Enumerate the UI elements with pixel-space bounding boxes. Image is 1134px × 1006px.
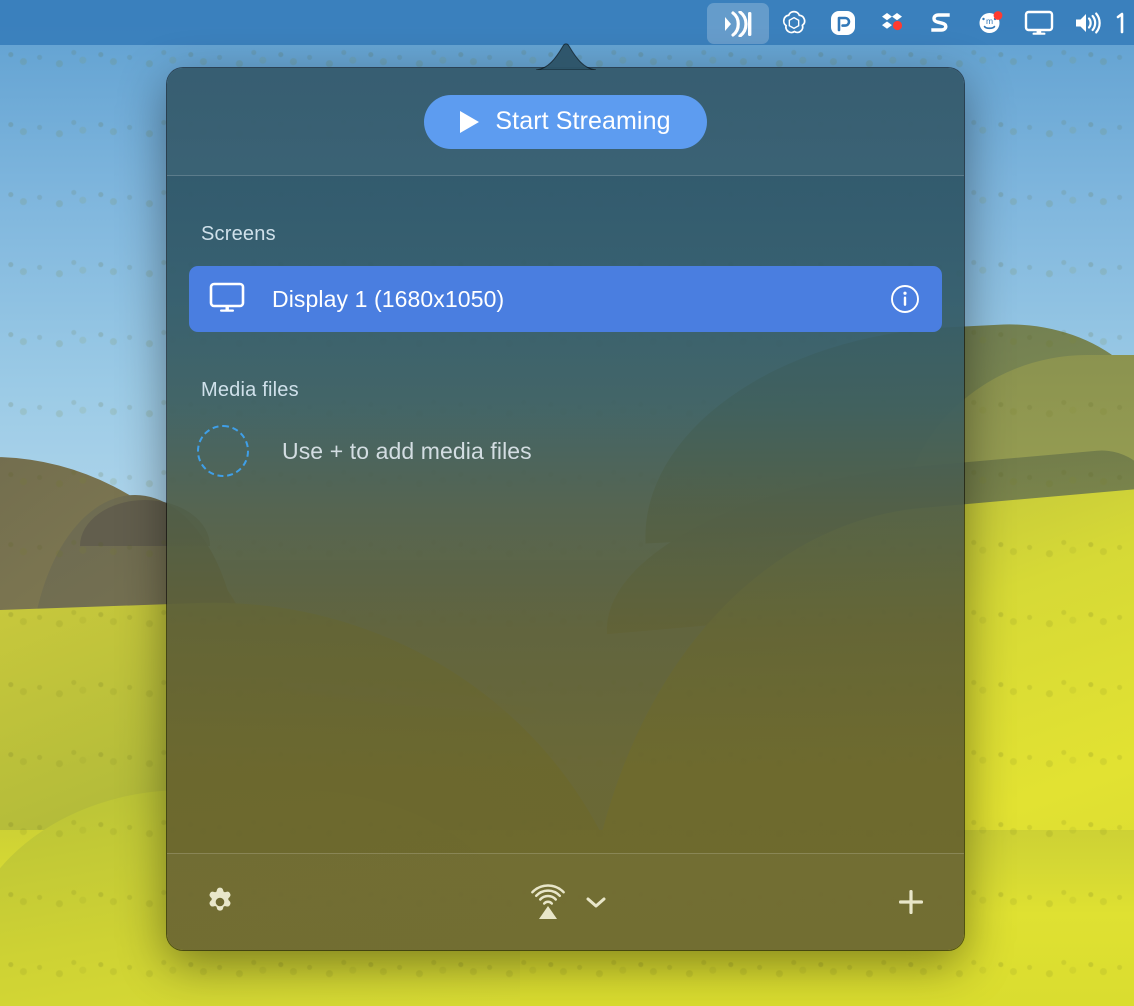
popover-header: Start Streaming xyxy=(167,68,964,176)
menubar-item-proton[interactable] xyxy=(818,0,867,45)
screens-row-display-1[interactable]: Display 1 (1680x1050) xyxy=(189,266,942,332)
media-files-empty-state: Use + to add media files xyxy=(197,423,532,479)
menubar-item-volume[interactable] xyxy=(1063,0,1112,45)
s-app-icon xyxy=(929,9,953,37)
info-circle-icon[interactable] xyxy=(890,284,920,314)
menubar-item-display[interactable] xyxy=(1014,0,1063,45)
screen-streaming-icon xyxy=(721,10,755,37)
monitor-icon xyxy=(209,282,249,316)
popover-arrow xyxy=(536,40,596,70)
openai-icon xyxy=(780,9,808,37)
start-streaming-button[interactable]: Start Streaming xyxy=(424,94,707,149)
play-icon xyxy=(460,110,480,133)
chevron-down-icon[interactable] xyxy=(585,895,607,909)
menubar-item-messenger[interactable]: m xyxy=(965,0,1014,45)
gear-icon[interactable] xyxy=(203,885,237,919)
proton-icon xyxy=(829,9,857,37)
start-streaming-label: Start Streaming xyxy=(495,107,671,135)
menubar-item-screen-streaming[interactable] xyxy=(707,3,769,44)
streaming-popover: Start Streaming Screens Display 1 (1680x… xyxy=(167,68,964,950)
menubar-item-clipped[interactable] xyxy=(1112,0,1134,45)
display-icon xyxy=(1024,10,1054,36)
menu-bar-status-items: m xyxy=(707,0,1134,45)
menu-bar: m xyxy=(0,0,1134,45)
menubar-item-dropbox[interactable] xyxy=(867,0,916,45)
clipped-icon xyxy=(1113,10,1133,36)
popover-footer xyxy=(167,853,964,950)
volume-icon xyxy=(1073,10,1103,36)
menubar-item-openai[interactable] xyxy=(769,0,818,45)
screens-row-label: Display 1 (1680x1050) xyxy=(272,285,505,312)
airplay-control-group xyxy=(525,881,607,923)
airplay-broadcast-icon[interactable] xyxy=(525,881,571,923)
screens-section-label: Screens xyxy=(201,223,276,245)
menubar-item-s-app[interactable] xyxy=(916,0,965,45)
dropbox-icon xyxy=(878,9,906,37)
dashed-circle-placeholder-icon xyxy=(197,425,249,477)
media-files-empty-text: Use + to add media files xyxy=(282,437,532,464)
messenger-icon: m xyxy=(976,9,1004,37)
svg-text:m: m xyxy=(985,16,992,26)
media-files-section-label: Media files xyxy=(201,379,299,401)
plus-icon[interactable] xyxy=(894,885,928,919)
